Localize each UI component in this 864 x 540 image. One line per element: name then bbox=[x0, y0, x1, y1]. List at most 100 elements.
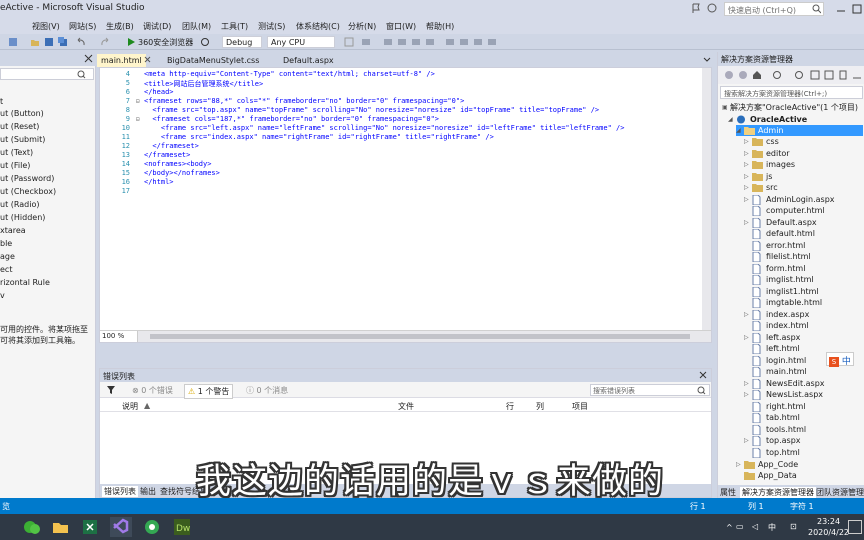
scroll-thumb[interactable] bbox=[150, 334, 690, 339]
start-debug-icon[interactable] bbox=[126, 37, 136, 47]
open-file-icon[interactable] bbox=[30, 37, 40, 47]
editor-vertical-scrollbar[interactable] bbox=[702, 68, 711, 330]
home-icon[interactable] bbox=[752, 70, 762, 80]
editor-horizontal-scrollbar[interactable]: 100 % bbox=[100, 330, 711, 342]
file-explorer-icon[interactable] bbox=[50, 517, 72, 537]
messages-filter-button[interactable]: ⓘ 0 个消息 bbox=[246, 385, 288, 396]
file-imglist1-html[interactable]: imglist1.html bbox=[744, 286, 819, 297]
file-form-html[interactable]: form.html bbox=[744, 263, 805, 274]
zoom-dropdown[interactable]: 100 % bbox=[100, 331, 138, 342]
file-adminlogin-aspx[interactable]: ▷ AdminLogin.aspx bbox=[744, 194, 835, 205]
toolbox-item[interactable]: t bbox=[0, 97, 3, 106]
tab-properties[interactable]: 属性 bbox=[720, 487, 736, 498]
tab-default-aspx[interactable]: Default.aspx bbox=[279, 54, 338, 67]
visual-studio-icon[interactable] bbox=[110, 517, 132, 537]
errors-filter-button[interactable]: ⊗ 0 个错误 bbox=[132, 385, 173, 396]
folder-app-code[interactable]: ▷ App_Code bbox=[736, 459, 798, 470]
clock-date[interactable]: 2020/4/22 bbox=[808, 528, 849, 537]
folder-js[interactable]: ▷ js bbox=[744, 171, 772, 182]
file-newslist-aspx[interactable]: ▷ NewsList.aspx bbox=[744, 389, 823, 400]
column-column[interactable]: 列 bbox=[536, 401, 544, 412]
network-icon[interactable]: ▭ bbox=[736, 522, 744, 531]
tab-solution-explorer[interactable]: 解决方案资源管理器 bbox=[740, 487, 816, 498]
filter-icon[interactable] bbox=[106, 385, 116, 395]
new-project-icon[interactable] bbox=[8, 37, 18, 47]
preview-icon[interactable] bbox=[852, 70, 862, 80]
file-imglist-html[interactable]: imglist.html bbox=[744, 274, 814, 285]
tab-bigdatamenustylet-css[interactable]: BigDataMenuStylet.css bbox=[163, 54, 263, 67]
toolbox-item[interactable]: ut (Reset) bbox=[0, 122, 39, 131]
notification-icon[interactable] bbox=[848, 520, 862, 534]
save-icon[interactable] bbox=[44, 37, 54, 47]
attach-icon[interactable] bbox=[344, 37, 354, 47]
menu-view[interactable]: 视图(V) bbox=[32, 21, 60, 32]
refresh-icon[interactable] bbox=[200, 37, 210, 47]
maximize-button[interactable] bbox=[850, 2, 864, 16]
folder-admin[interactable]: ◢ Admin bbox=[736, 125, 863, 136]
excel-icon[interactable] bbox=[80, 517, 102, 537]
toolbox-item[interactable]: ut (Submit) bbox=[0, 135, 45, 144]
code-editor[interactable]: 4 5 6 7 8 9 10 11 12 13 14 15 16 17 ⊟ ⊟ … bbox=[99, 67, 712, 343]
file-login-html[interactable]: login.html bbox=[744, 355, 806, 366]
toolbox-item[interactable]: ut (Hidden) bbox=[0, 213, 45, 222]
collapse-icon[interactable]: ⊟ bbox=[136, 116, 140, 123]
browser-360-icon[interactable] bbox=[142, 517, 164, 537]
column-project[interactable]: 项目 bbox=[572, 401, 588, 412]
properties-icon[interactable] bbox=[838, 70, 848, 80]
file-default-html[interactable]: default.html bbox=[744, 228, 815, 239]
menu-help[interactable]: 帮助(H) bbox=[426, 21, 454, 32]
tab-team-explorer[interactable]: 团队资源管理器 bbox=[816, 487, 864, 498]
sync-icon[interactable] bbox=[772, 70, 782, 80]
file-computer-html[interactable]: computer.html bbox=[744, 205, 825, 216]
menu-architecture[interactable]: 体系结构(C) bbox=[296, 21, 340, 32]
toolbox-item[interactable]: ut (Checkbox) bbox=[0, 187, 56, 196]
file-tools-html[interactable]: tools.html bbox=[744, 424, 806, 435]
toolbox-close-icon[interactable] bbox=[84, 54, 93, 63]
volume-icon[interactable]: ◁ bbox=[752, 522, 758, 531]
menu-window[interactable]: 窗口(W) bbox=[386, 21, 416, 32]
tab-close-icon[interactable] bbox=[144, 56, 151, 63]
wechat-icon[interactable] bbox=[22, 517, 44, 537]
menu-debug[interactable]: 调试(D) bbox=[143, 21, 171, 32]
column-line[interactable]: 行 bbox=[506, 401, 514, 412]
file-top-html[interactable]: top.html bbox=[744, 447, 800, 458]
solution-node[interactable]: ▣ 解决方案"OracleActive"(1 个项目) bbox=[722, 102, 858, 113]
toolbox-item[interactable]: ut (Button) bbox=[0, 109, 44, 118]
menu-tools[interactable]: 工具(T) bbox=[221, 21, 248, 32]
file-left-html[interactable]: left.html bbox=[744, 343, 800, 354]
back-icon[interactable] bbox=[724, 70, 734, 80]
error-search-input[interactable]: 搜索错误列表 bbox=[590, 384, 710, 396]
save-all-icon[interactable] bbox=[58, 37, 68, 47]
start-debug-button[interactable]: 360安全浏览器 bbox=[138, 37, 193, 48]
show-all-files-icon[interactable] bbox=[824, 70, 834, 80]
project-node[interactable]: ◢ OracleActive bbox=[728, 114, 807, 125]
tab-error-list[interactable]: 错误列表 bbox=[102, 486, 138, 497]
toolbox-item[interactable]: v bbox=[0, 291, 5, 300]
file-top-aspx[interactable]: ▷ top.aspx bbox=[744, 435, 801, 446]
menu-team[interactable]: 团队(M) bbox=[182, 21, 211, 32]
folder-editor[interactable]: ▷ editor bbox=[744, 148, 790, 159]
file-default-aspx[interactable]: ▷ Default.aspx bbox=[744, 217, 817, 228]
file-imgtable-html[interactable]: imgtable.html bbox=[744, 297, 822, 308]
toolbox-item[interactable]: age bbox=[0, 252, 15, 261]
collapse-icon[interactable]: ⊟ bbox=[136, 98, 140, 105]
toolbox-item[interactable]: ble bbox=[0, 239, 12, 248]
column-file[interactable]: 文件 bbox=[398, 401, 414, 412]
toolbox-item[interactable]: ut (Text) bbox=[0, 148, 33, 157]
toolbox-item[interactable]: ut (Password) bbox=[0, 174, 54, 183]
notification-flag-icon[interactable] bbox=[691, 3, 701, 14]
quick-launch-input[interactable]: 快速启动 (Ctrl+Q) bbox=[724, 2, 824, 16]
toolbox-item[interactable]: ect bbox=[0, 265, 12, 274]
toolbox-item[interactable]: ut (File) bbox=[0, 161, 30, 170]
menu-test[interactable]: 测试(S) bbox=[258, 21, 285, 32]
file-tab-html[interactable]: tab.html bbox=[744, 412, 800, 423]
refresh-icon[interactable] bbox=[794, 70, 804, 80]
minimize-button[interactable] bbox=[834, 2, 848, 16]
column-description[interactable]: 说明 bbox=[122, 401, 138, 412]
file-index-html[interactable]: index.html bbox=[744, 320, 809, 331]
platform-dropdown[interactable]: Any CPU bbox=[267, 36, 335, 48]
file-index-aspx[interactable]: ▷ index.aspx bbox=[744, 309, 809, 320]
menu-build[interactable]: 生成(B) bbox=[106, 21, 134, 32]
tab-output[interactable]: 输出 bbox=[140, 486, 156, 497]
toolbox-item[interactable]: xtarea bbox=[0, 226, 26, 235]
